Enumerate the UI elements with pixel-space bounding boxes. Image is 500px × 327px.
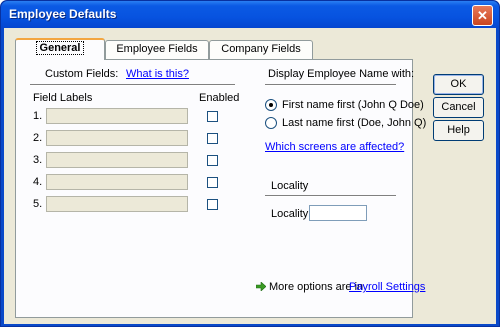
field-5-label-input[interactable] <box>46 196 188 212</box>
close-icon: ✕ <box>477 8 488 23</box>
help-button[interactable]: Help <box>433 120 484 141</box>
window-title: Employee Defaults <box>9 7 117 21</box>
which-screens-link[interactable]: Which screens are affected? <box>265 141 404 153</box>
tab-general[interactable]: General <box>15 38 105 60</box>
dialog-window: Employee Defaults ✕ General Employee Fie… <box>0 0 500 327</box>
field-labels-header: Field Labels <box>33 92 93 104</box>
field-3-label-input[interactable] <box>46 152 188 168</box>
enabled-header: Enabled <box>199 92 240 104</box>
locality-label: Locality: <box>271 208 312 220</box>
field-2-label-input[interactable] <box>46 130 188 146</box>
field-2-number: 2. <box>33 132 43 144</box>
title-bar[interactable]: Employee Defaults ✕ <box>1 1 499 28</box>
field-2-enabled-checkbox[interactable] <box>207 133 218 144</box>
custom-fields-heading: Custom Fields: <box>45 68 119 80</box>
locality-heading: Locality <box>271 180 309 192</box>
what-is-this-link[interactable]: What is this? <box>126 68 189 80</box>
field-5-number: 5. <box>33 198 43 210</box>
ok-button[interactable]: OK <box>433 74 484 95</box>
payroll-settings-link[interactable]: Payroll Settings <box>349 281 425 293</box>
tab-general-label: General <box>35 41 85 55</box>
tab-employee-fields-label: Employee Fields <box>116 43 198 55</box>
field-4-number: 4. <box>33 176 43 188</box>
locality-divider <box>265 195 396 197</box>
locality-input[interactable] <box>309 205 367 221</box>
field-1-label-input[interactable] <box>46 108 188 124</box>
cancel-button[interactable]: Cancel <box>433 97 484 118</box>
field-1-enabled-checkbox[interactable] <box>207 111 218 122</box>
field-5-enabled-checkbox[interactable] <box>207 199 218 210</box>
last-name-first-radio[interactable] <box>265 117 277 129</box>
general-tab-panel: Custom Fields: What is this? Field Label… <box>15 59 426 318</box>
field-3-number: 3. <box>33 154 43 166</box>
custom-fields-divider <box>30 84 235 86</box>
tab-company-fields[interactable]: Company Fields <box>209 40 313 59</box>
display-name-divider <box>265 84 396 86</box>
green-arrow-icon <box>256 282 266 291</box>
first-name-first-label[interactable]: First name first (John Q Doe) <box>282 99 424 111</box>
first-name-first-radio[interactable] <box>265 99 277 111</box>
last-name-first-label[interactable]: Last name first (Doe, John Q) <box>282 117 426 129</box>
tab-employee-fields[interactable]: Employee Fields <box>105 40 209 59</box>
tab-company-fields-label: Company Fields <box>221 43 301 55</box>
field-3-enabled-checkbox[interactable] <box>207 155 218 166</box>
field-4-enabled-checkbox[interactable] <box>207 177 218 188</box>
display-name-heading: Display Employee Name with: <box>268 68 415 80</box>
dialog-body: General Employee Fields Company Fields C… <box>4 28 496 324</box>
field-1-number: 1. <box>33 110 43 122</box>
close-button[interactable]: ✕ <box>472 5 493 26</box>
field-4-label-input[interactable] <box>46 174 188 190</box>
